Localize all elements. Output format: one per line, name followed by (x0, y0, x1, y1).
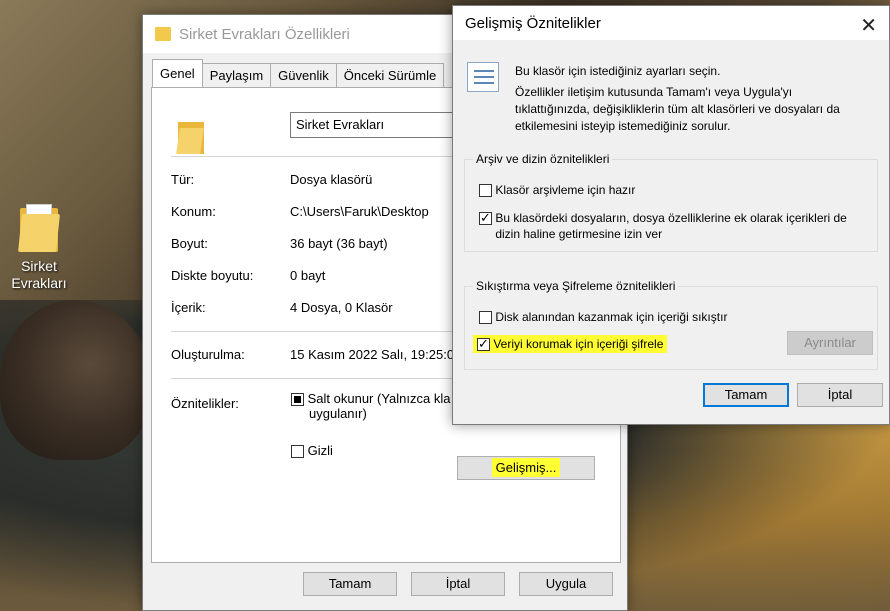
archive-option[interactable]: Klasör arşivleme için hazır (479, 183, 636, 198)
archive-index-group: Arşiv ve dizin öznitelikleri Klasör arşi… (464, 152, 878, 252)
ok-button[interactable]: Tamam (303, 572, 397, 596)
size-on-disk-label: Diskte boyutu: (171, 268, 254, 283)
readonly-checkbox[interactable] (291, 393, 304, 407)
readonly-label-line2: uygulanır) (309, 406, 367, 422)
location-value: C:\Users\Faruk\Desktop (290, 204, 429, 219)
compress-label: Disk alanından kazanmak için içeriği sık… (495, 310, 728, 324)
folder-icon (176, 120, 204, 154)
size-on-disk-value: 0 bayt (290, 268, 326, 283)
cancel-button[interactable]: İptal (411, 572, 505, 596)
location-label: Konum: (171, 204, 216, 219)
type-value: Dosya klasörü (290, 172, 373, 187)
folder-icon (18, 204, 60, 252)
size-label: Boyut: (171, 236, 208, 251)
size-value: 36 bayt (36 bayt) (290, 236, 388, 251)
tab-previous-versions[interactable]: Önceki Sürümle (335, 63, 445, 87)
folder-icon (155, 27, 171, 41)
close-icon[interactable]: ✕ (860, 16, 877, 36)
advanced-title: Gelişmiş Öznitelikler (465, 14, 601, 32)
advanced-button[interactable]: Gelişmiş... (457, 456, 595, 480)
created-value: 15 Kasım 2022 Salı, 19:25:04 (290, 347, 462, 362)
contains-label: İçerik: (171, 300, 206, 315)
desktop-folder-icon[interactable]: Sirket Evrakları (8, 204, 70, 292)
intro-text: Bu klasör için istediğiniz ayarları seçi… (515, 64, 840, 133)
tab-security[interactable]: Güvenlik (270, 63, 337, 87)
type-label: Tür: (171, 172, 195, 187)
hidden-checkbox[interactable] (291, 445, 304, 459)
desktop-folder-label: Sirket Evrakları (11, 258, 67, 291)
hidden-option[interactable]: Gizli (291, 443, 333, 459)
compress-encrypt-group-title: Sıkıştırma veya Şifreleme öznitelikleri (473, 279, 679, 293)
archive-label: Klasör arşivleme için hazır (495, 183, 636, 197)
compress-checkbox[interactable] (479, 311, 492, 325)
index-label: Bu klasördeki dosyaların, dosya özellikl… (495, 211, 847, 225)
archive-index-group-title: Arşiv ve dizin öznitelikleri (473, 152, 613, 166)
archive-checkbox[interactable] (479, 184, 492, 198)
index-label-line2: dizin haline getirmesine izin ver (495, 227, 663, 241)
properties-title: Sirket Evrakları Özellikleri (179, 25, 350, 43)
index-checkbox[interactable] (479, 210, 492, 226)
details-button[interactable]: Ayrıntılar (787, 331, 873, 355)
created-label: Oluşturulma: (171, 347, 245, 362)
index-option[interactable]: Bu klasördeki dosyaların, dosya özellikl… (479, 210, 847, 242)
properties-list-icon (467, 62, 499, 92)
tab-strip: Genel Paylaşım Güvenlik Önceki Sürümle (152, 59, 445, 87)
apply-button[interactable]: Uygula (519, 572, 613, 596)
tab-general[interactable]: Genel (152, 59, 203, 87)
encrypt-checkbox[interactable] (477, 336, 490, 352)
readonly-label: Salt okunur (Yalnızca kla (307, 391, 451, 406)
compress-encrypt-group: Sıkıştırma veya Şifreleme öznitelikleri … (464, 279, 878, 370)
compress-option[interactable]: Disk alanından kazanmak için içeriği sık… (479, 310, 728, 325)
encrypt-option[interactable]: Veriyi korumak için içeriği şifrele (473, 335, 668, 354)
advanced-attributes-window: Gelişmiş Öznitelikler ✕ Bu klasör için i… (452, 5, 890, 425)
advanced-titlebar: Gelişmiş Öznitelikler (453, 6, 889, 40)
tab-sharing[interactable]: Paylaşım (201, 63, 272, 87)
contains-value: 4 Dosya, 0 Klasör (290, 300, 393, 315)
advanced-ok-button[interactable]: Tamam (703, 383, 789, 407)
advanced-cancel-button[interactable]: İptal (797, 383, 883, 407)
hidden-label: Gizli (307, 443, 333, 458)
wallpaper-otter (0, 300, 150, 460)
encrypt-label: Veriyi korumak için içeriği şifrele (493, 337, 664, 351)
readonly-option[interactable]: Salt okunur (Yalnızca kla uygulanır) (291, 391, 450, 421)
